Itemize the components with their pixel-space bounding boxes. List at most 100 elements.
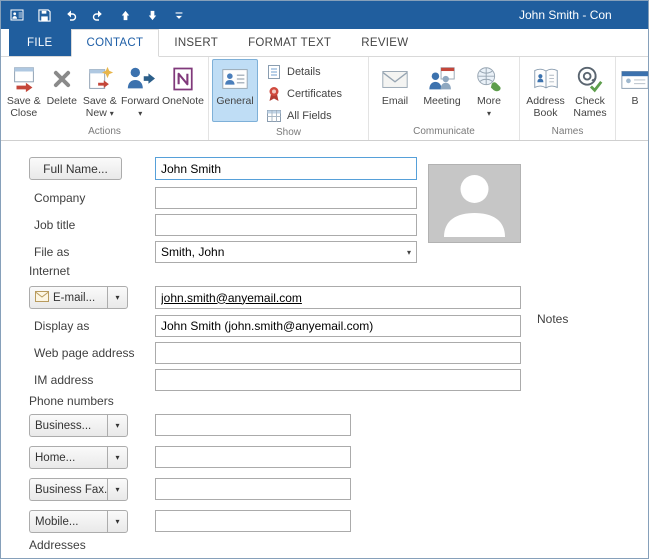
- forward-button[interactable]: Forward ▾: [120, 59, 161, 122]
- label-line: ▾: [477, 107, 501, 120]
- details-label: Details: [287, 66, 321, 78]
- address-book-icon: [531, 62, 561, 95]
- job-title-input[interactable]: [155, 214, 417, 236]
- envelope-icon: [35, 290, 49, 305]
- label-line: New ▾: [83, 107, 117, 120]
- full-name-button[interactable]: Full Name...: [29, 157, 122, 180]
- group-label-communicate: Communicate: [413, 126, 475, 137]
- email-field-button[interactable]: E-mail...: [29, 286, 107, 309]
- home-phone-button[interactable]: Home...: [29, 446, 107, 469]
- tab-review[interactable]: REVIEW: [346, 29, 423, 56]
- all-fields-button[interactable]: All Fields: [263, 106, 345, 126]
- group-label-actions: Actions: [88, 126, 121, 137]
- label-line: General: [216, 95, 254, 107]
- communicate-buttons: Email Meeting More ▾: [369, 57, 519, 125]
- im-address-input[interactable]: [155, 369, 521, 391]
- more-button[interactable]: More ▾: [471, 59, 507, 122]
- label-line: Email: [381, 95, 409, 107]
- notes-label: Notes: [537, 312, 569, 326]
- qat-customize-icon[interactable]: [171, 7, 187, 23]
- label-line: ▾: [121, 107, 160, 120]
- meeting-label: Meeting: [423, 95, 460, 107]
- onenote-button[interactable]: OneNote: [161, 59, 205, 122]
- next-item-icon[interactable]: [144, 7, 160, 23]
- home-phone-split-button: Home... ▾: [29, 446, 128, 469]
- email-button[interactable]: Email: [377, 59, 413, 122]
- previous-item-icon[interactable]: [117, 7, 133, 23]
- business-fax-button-label: Business Fax...: [35, 483, 114, 496]
- undo-icon[interactable]: [63, 7, 79, 23]
- app-icon: [9, 7, 25, 23]
- full-name-input[interactable]: [155, 157, 417, 180]
- redo-icon[interactable]: [90, 7, 106, 23]
- label-text: New: [85, 107, 107, 119]
- save-close-button[interactable]: Save & Close: [4, 59, 44, 122]
- general-icon: [220, 62, 250, 95]
- email-dropdown-arrow[interactable]: ▾: [107, 286, 128, 309]
- ribbon-tab-bar: FILE CONTACT INSERT FORMAT TEXT REVIEW: [1, 29, 648, 57]
- outlook-contact-window: John Smith - Con FILE CONTACT INSERT FOR…: [0, 0, 649, 559]
- label-line: Address: [526, 95, 565, 107]
- tab-file[interactable]: FILE: [9, 29, 71, 56]
- delete-label: Delete: [47, 95, 77, 107]
- tab-contact[interactable]: CONTACT: [70, 29, 160, 57]
- address-book-button[interactable]: Address Book: [523, 59, 568, 122]
- business-fax-button[interactable]: Business Fax...: [29, 478, 114, 501]
- certificates-button[interactable]: Certificates: [263, 84, 345, 104]
- label-line: Save &: [82, 95, 117, 107]
- ribbon-group-names: Address Book Check Names Names: [520, 57, 616, 140]
- company-label: Company: [34, 191, 86, 205]
- save-new-button[interactable]: Save & New ▾: [80, 59, 120, 122]
- tab-format-text[interactable]: FORMAT TEXT: [233, 29, 346, 56]
- label-line: Book: [533, 107, 558, 119]
- label-line: Meeting: [423, 95, 461, 107]
- more-icon: [474, 62, 504, 95]
- save-close-icon: [9, 62, 39, 95]
- business-phone-input[interactable]: [155, 414, 351, 436]
- partial-buttons: B: [616, 57, 648, 125]
- ribbon: Save & Close Delete Save & New ▾ Forward…: [1, 57, 648, 141]
- general-label: General: [216, 95, 253, 107]
- tab-insert[interactable]: INSERT: [159, 29, 233, 56]
- home-phone-button-label: Home...: [35, 451, 76, 464]
- show-buttons: General Details Certificates All Fields: [209, 57, 368, 126]
- details-button[interactable]: Details: [263, 62, 345, 82]
- email-input[interactable]: [155, 286, 521, 309]
- delete-button[interactable]: Delete: [44, 59, 81, 122]
- company-input[interactable]: [155, 187, 417, 209]
- business-fax-dropdown-arrow[interactable]: ▾: [107, 478, 128, 501]
- photo-silhouette-icon: [434, 167, 515, 242]
- display-as-input[interactable]: [155, 315, 521, 337]
- mobile-phone-input[interactable]: [155, 510, 351, 532]
- business-card-label: B: [631, 95, 638, 107]
- titlebar: John Smith - Con: [1, 1, 648, 29]
- general-button[interactable]: General: [212, 59, 258, 122]
- save-close-label: Save & Close: [7, 95, 41, 119]
- contact-photo-placeholder[interactable]: [428, 164, 521, 243]
- ribbon-group-options-partial: B: [616, 57, 648, 140]
- business-phone-dropdown-arrow[interactable]: ▾: [107, 414, 128, 437]
- label-line: More: [477, 95, 501, 107]
- mobile-phone-button[interactable]: Mobile...: [29, 510, 107, 533]
- job-title-label: Job title: [34, 218, 76, 232]
- home-phone-dropdown-arrow[interactable]: ▾: [107, 446, 128, 469]
- save-icon[interactable]: [36, 7, 52, 23]
- home-phone-input[interactable]: [155, 446, 351, 468]
- business-card-button[interactable]: B: [619, 59, 648, 122]
- meeting-button[interactable]: Meeting: [419, 59, 465, 122]
- check-names-button[interactable]: Check Names: [568, 59, 612, 122]
- business-fax-input[interactable]: [155, 478, 351, 500]
- mobile-phone-split-button: Mobile... ▾: [29, 510, 128, 533]
- web-page-input[interactable]: [155, 342, 521, 364]
- display-as-label: Display as: [34, 319, 90, 333]
- group-label-names: Names: [551, 126, 584, 137]
- dropdown-arrow-icon: ▾: [109, 109, 114, 118]
- group-label-show: Show: [275, 127, 301, 138]
- mobile-phone-dropdown-arrow[interactable]: ▾: [107, 510, 128, 533]
- ribbon-group-show: General Details Certificates All Fields …: [209, 57, 369, 140]
- business-phone-button[interactable]: Business...: [29, 414, 107, 437]
- all-fields-icon: [266, 108, 282, 124]
- file-as-combo[interactable]: Smith, John ▾: [155, 241, 417, 263]
- im-address-label: IM address: [34, 373, 94, 387]
- label-line: Forward: [121, 95, 160, 107]
